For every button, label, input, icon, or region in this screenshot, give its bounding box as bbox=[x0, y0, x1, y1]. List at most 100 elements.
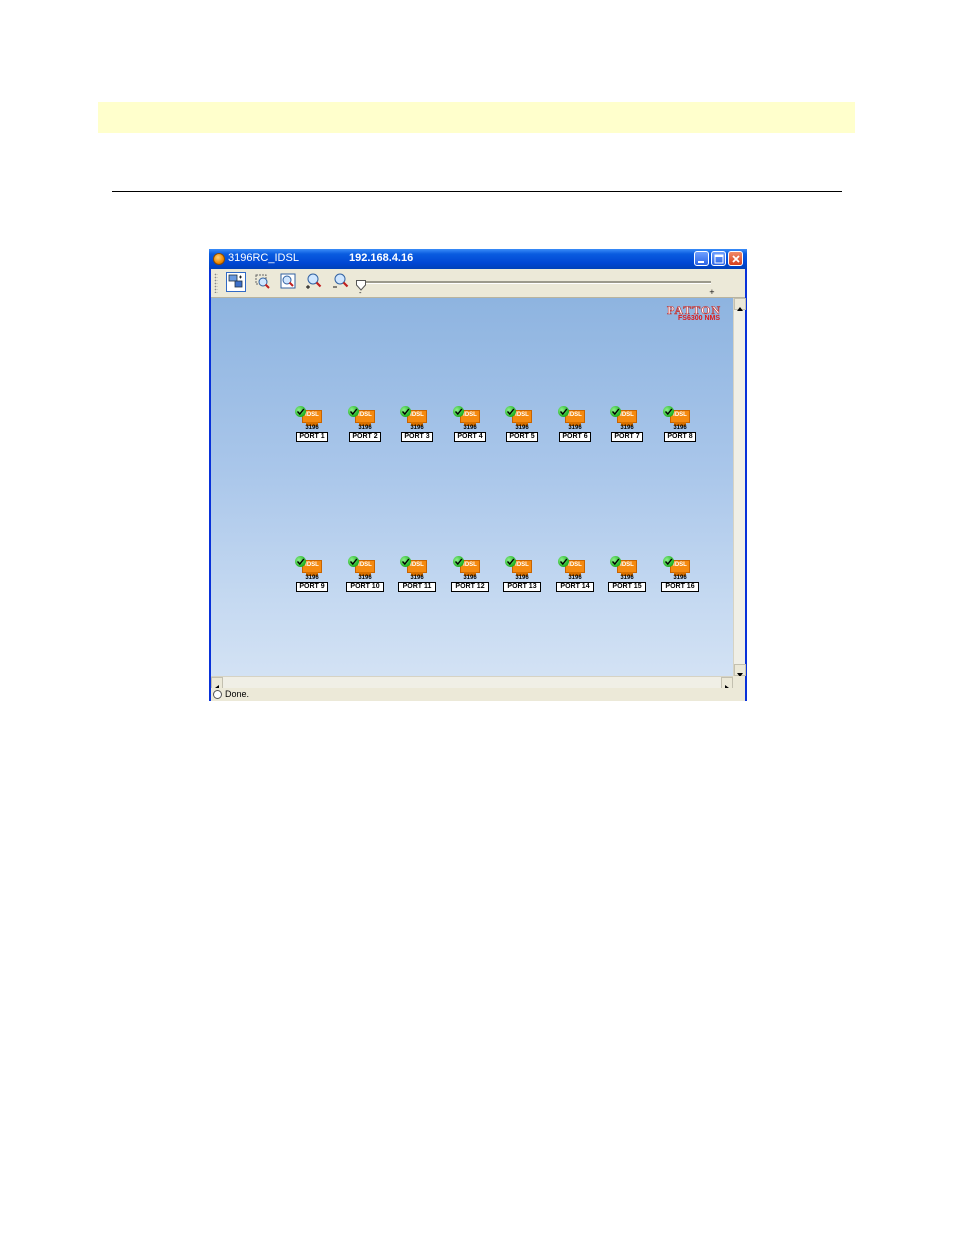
zoom-slider-thumb[interactable] bbox=[356, 276, 366, 291]
highlight-band bbox=[98, 102, 855, 133]
status-ok-icon bbox=[663, 406, 674, 417]
zoom-out-tool[interactable] bbox=[332, 272, 352, 292]
status-ok-icon bbox=[453, 556, 464, 567]
device-model-label: 3196 bbox=[515, 575, 529, 581]
device-model-label: 3196 bbox=[620, 575, 634, 581]
port-label: PORT 10 bbox=[346, 582, 384, 592]
port-label: PORT 12 bbox=[451, 582, 489, 592]
header-rule bbox=[112, 191, 842, 192]
toolbar: - + bbox=[211, 269, 745, 298]
status-ok-icon bbox=[453, 406, 464, 417]
port-node[interactable]: IDSL 3196 PORT 12 bbox=[451, 556, 493, 596]
port-node[interactable]: IDSL 3196 PORT 14 bbox=[556, 556, 598, 596]
device-model-label: 3196 bbox=[305, 425, 319, 431]
app-icon[interactable] bbox=[213, 253, 225, 265]
port-node[interactable]: IDSL 3196 PORT 11 bbox=[398, 556, 440, 596]
zoom-fit-icon bbox=[280, 273, 296, 289]
device-model-label: 3196 bbox=[410, 575, 424, 581]
port-node[interactable]: IDSL 3196 PORT 10 bbox=[346, 556, 388, 596]
status-ok-icon bbox=[663, 556, 674, 567]
port-node[interactable]: IDSL 3196 PORT 5 bbox=[505, 406, 545, 446]
zoom-min-label: - bbox=[359, 289, 362, 297]
device-model-label: 3196 bbox=[568, 425, 582, 431]
status-ok-icon bbox=[295, 556, 306, 567]
status-ok-icon bbox=[558, 406, 569, 417]
zoom-fit-tool[interactable] bbox=[279, 272, 299, 292]
status-ok-icon bbox=[505, 406, 516, 417]
device-model-label: 3196 bbox=[515, 425, 529, 431]
scroll-down-button[interactable] bbox=[734, 664, 746, 677]
device-model-label: 3196 bbox=[358, 425, 372, 431]
maximize-button[interactable] bbox=[711, 251, 726, 266]
zoom-slider-track[interactable] bbox=[361, 281, 711, 284]
port-label: PORT 8 bbox=[664, 432, 696, 442]
window-ip-address: 192.168.4.16 bbox=[349, 252, 414, 264]
minimize-icon bbox=[698, 261, 704, 263]
horizontal-scrollbar[interactable] bbox=[211, 676, 733, 691]
vertical-scrollbar[interactable] bbox=[733, 298, 746, 677]
port-label: PORT 7 bbox=[611, 432, 643, 442]
port-label: PORT 16 bbox=[661, 582, 699, 592]
status-globe-icon bbox=[213, 690, 222, 699]
port-node[interactable]: IDSL 3196 PORT 1 bbox=[295, 406, 335, 446]
close-icon bbox=[732, 255, 740, 263]
toolbar-grip[interactable] bbox=[214, 273, 218, 293]
port-node[interactable]: IDSL 3196 PORT 3 bbox=[400, 406, 440, 446]
zoom-max-label: + bbox=[709, 288, 715, 296]
port-label: PORT 11 bbox=[398, 582, 436, 592]
zoom-in-tool[interactable] bbox=[305, 272, 325, 292]
port-label: PORT 2 bbox=[349, 432, 381, 442]
port-label: PORT 15 bbox=[608, 582, 646, 592]
status-bar: Done. bbox=[211, 688, 745, 701]
status-ok-icon bbox=[348, 406, 359, 417]
status-ok-icon bbox=[558, 556, 569, 567]
device-model-label: 3196 bbox=[410, 425, 424, 431]
port-node[interactable]: IDSL 3196 PORT 4 bbox=[453, 406, 493, 446]
status-ok-icon bbox=[400, 406, 411, 417]
port-node[interactable]: IDSL 3196 PORT 9 bbox=[295, 556, 335, 596]
zoom-select-tool[interactable] bbox=[253, 272, 273, 292]
device-model-label: 3196 bbox=[673, 425, 687, 431]
select-pan-icon bbox=[228, 274, 243, 288]
port-node[interactable]: IDSL 3196 PORT 6 bbox=[558, 406, 598, 446]
port-label: PORT 9 bbox=[296, 582, 328, 592]
minimize-button[interactable] bbox=[694, 251, 709, 266]
port-node[interactable]: IDSL 3196 PORT 2 bbox=[348, 406, 388, 446]
app-window: 3196RC_IDSL 192.168.4.16 - + PATTON FS63… bbox=[209, 249, 747, 701]
device-model-label: 3196 bbox=[305, 575, 319, 581]
network-map-canvas[interactable]: PATTON FS6300 NMS IDSL 3196 PORT 1 IDSL 3196… bbox=[211, 298, 733, 676]
product-name: FS6300 NMS bbox=[678, 315, 721, 322]
status-ok-icon bbox=[505, 556, 516, 567]
maximize-icon bbox=[714, 254, 724, 264]
status-ok-icon bbox=[348, 556, 359, 567]
device-model-label: 3196 bbox=[463, 575, 477, 581]
arrow-up-icon bbox=[737, 307, 743, 311]
zoom-in-icon bbox=[306, 273, 322, 289]
port-node[interactable]: IDSL 3196 PORT 16 bbox=[661, 556, 703, 596]
status-ok-icon bbox=[610, 406, 621, 417]
close-button[interactable] bbox=[728, 251, 743, 266]
device-model-label: 3196 bbox=[358, 575, 372, 581]
scroll-up-button[interactable] bbox=[734, 298, 746, 311]
port-label: PORT 6 bbox=[559, 432, 591, 442]
port-label: PORT 14 bbox=[556, 582, 594, 592]
status-ok-icon bbox=[295, 406, 306, 417]
device-model-label: 3196 bbox=[673, 575, 687, 581]
port-label: PORT 13 bbox=[503, 582, 541, 592]
port-node[interactable]: IDSL 3196 PORT 15 bbox=[608, 556, 650, 596]
title-bar[interactable]: 3196RC_IDSL 192.168.4.16 bbox=[209, 249, 747, 269]
device-model-label: 3196 bbox=[463, 425, 477, 431]
select-pan-tool[interactable] bbox=[226, 272, 246, 292]
status-ok-icon bbox=[400, 556, 411, 567]
port-node[interactable]: IDSL 3196 PORT 8 bbox=[663, 406, 703, 446]
port-label: PORT 3 bbox=[401, 432, 433, 442]
port-node[interactable]: IDSL 3196 PORT 13 bbox=[503, 556, 545, 596]
scrollbar-corner bbox=[733, 676, 745, 688]
device-model-label: 3196 bbox=[620, 425, 634, 431]
window-title: 3196RC_IDSL bbox=[228, 252, 299, 264]
port-label: PORT 5 bbox=[506, 432, 538, 442]
zoom-out-icon bbox=[333, 273, 349, 288]
port-node[interactable]: IDSL 3196 PORT 7 bbox=[610, 406, 650, 446]
port-label: PORT 1 bbox=[296, 432, 328, 442]
port-label: PORT 4 bbox=[454, 432, 486, 442]
